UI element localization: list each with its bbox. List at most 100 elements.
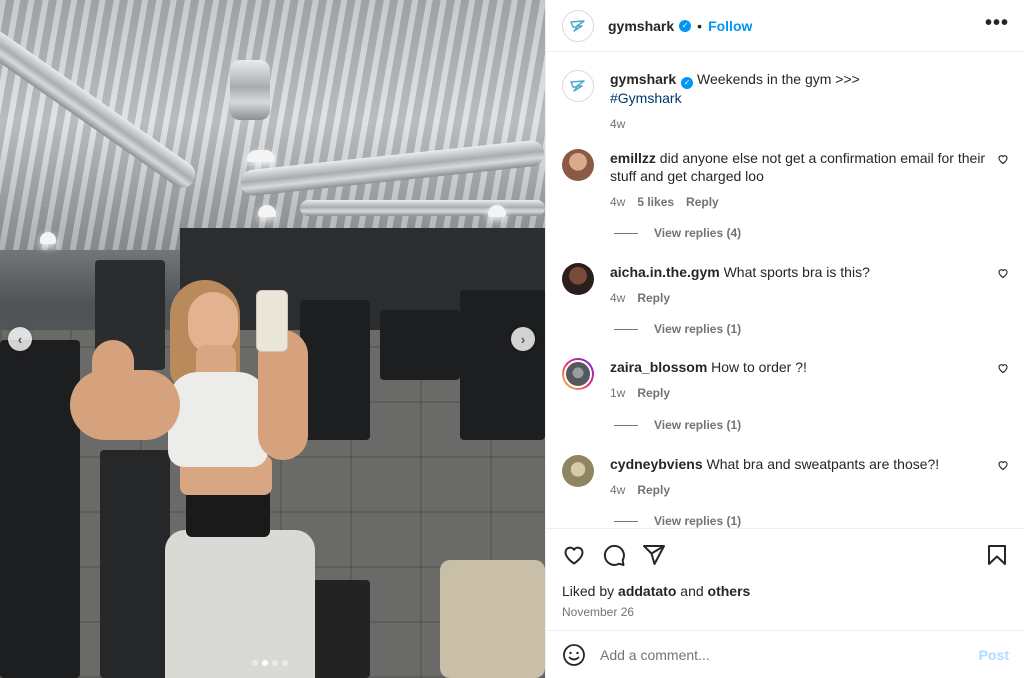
comment-row: zaira_blossom How to order ?! 1w Reply — [562, 358, 1009, 402]
divider — [614, 424, 638, 426]
next-photo-button[interactable]: › — [511, 327, 535, 351]
chevron-left-icon: ‹ — [17, 331, 23, 347]
emoji-icon[interactable] — [562, 643, 586, 667]
gym-machine — [310, 580, 370, 678]
verified-badge-icon: ✓ — [681, 77, 694, 89]
add-comment-bar: Post — [546, 630, 1024, 678]
post-header: gymshark ✓ • Follow ••• — [546, 0, 1024, 52]
avatar[interactable] — [562, 70, 594, 102]
sports-bra — [168, 372, 268, 467]
action-bar: Liked by addatato and others November 26 — [546, 528, 1024, 619]
sweatpants — [165, 530, 315, 678]
gym-machine — [380, 310, 460, 380]
gym-machine — [0, 340, 80, 678]
comment-text: did anyone else not get a confirmation e… — [610, 150, 986, 184]
carousel-dot — [272, 660, 278, 666]
caption: gymshark ✓ Weekends in the gym >>> #Gymsh… — [562, 70, 1009, 133]
carousel-dot — [282, 660, 288, 666]
liked-by-and: and — [680, 583, 704, 599]
view-replies-label: View replies (1) — [654, 514, 742, 528]
comment-username[interactable]: cydneybviens — [610, 456, 703, 472]
reply-button[interactable]: Reply — [637, 384, 670, 402]
ceiling-lamp — [247, 150, 275, 162]
carousel-dot-active — [262, 660, 268, 666]
comment-username[interactable]: emillzz — [610, 150, 656, 166]
carousel-dots — [252, 660, 288, 666]
header-username[interactable]: gymshark — [608, 18, 674, 34]
ceiling-lamp — [258, 205, 276, 217]
caption-text: Weekends in the gym >>> — [697, 71, 860, 87]
more-options-icon[interactable]: ••• — [985, 13, 1009, 33]
view-replies-button[interactable]: View replies (1) — [614, 322, 741, 336]
comment-input[interactable] — [600, 646, 979, 663]
flexed-arm — [92, 340, 134, 400]
follow-button[interactable]: Follow — [708, 18, 752, 34]
previous-photo-button[interactable]: ‹ — [8, 327, 32, 351]
caption-time: 4w — [610, 117, 626, 131]
gym-machine — [100, 450, 170, 678]
avatar[interactable] — [562, 9, 594, 42]
like-comment-heart-icon[interactable] — [997, 362, 1009, 374]
verified-badge-icon: ✓ — [679, 19, 692, 32]
post-side-panel: gymshark ✓ • Follow ••• gymshark ✓ Weeken… — [545, 0, 1024, 678]
caption-username[interactable]: gymshark — [610, 71, 676, 87]
divider — [614, 232, 638, 234]
comment-text: What bra and sweatpants are those?! — [706, 456, 940, 472]
ceiling-duct — [230, 60, 270, 120]
reply-button[interactable]: Reply — [686, 193, 719, 211]
divider — [614, 520, 638, 522]
comment-text: How to order ?! — [711, 359, 807, 375]
reply-button[interactable]: Reply — [637, 481, 670, 499]
comment-time: 4w — [610, 291, 626, 305]
view-replies-button[interactable]: View replies (1) — [614, 514, 741, 528]
share-send-icon[interactable] — [642, 543, 666, 567]
comment-bubble-icon[interactable] — [602, 543, 626, 567]
like-comment-heart-icon[interactable] — [997, 267, 1009, 279]
liked-by-prefix: Liked by — [562, 583, 615, 599]
carousel-dot — [252, 660, 258, 666]
ceiling-lamp — [40, 232, 56, 244]
view-replies-label: View replies (1) — [654, 418, 742, 432]
divider — [614, 328, 638, 330]
avatar[interactable] — [562, 263, 594, 295]
comment-row: cydneybviens What bra and sweatpants are… — [562, 455, 1009, 499]
post-comment-button[interactable]: Post — [979, 647, 1009, 663]
save-bookmark-icon[interactable] — [985, 543, 1009, 567]
comment-time: 1w — [610, 386, 626, 400]
reply-button[interactable]: Reply — [637, 289, 670, 307]
like-heart-icon[interactable] — [562, 543, 586, 567]
comment-username[interactable]: aicha.in.the.gym — [610, 264, 720, 280]
comment-likes[interactable]: 5 likes — [637, 193, 674, 211]
liked-by-user[interactable]: addatato — [618, 583, 676, 599]
chevron-right-icon: › — [520, 331, 526, 347]
view-replies-label: View replies (4) — [654, 226, 742, 240]
ceiling-lamp — [488, 205, 506, 217]
view-replies-button[interactable]: View replies (1) — [614, 418, 741, 432]
liked-by-others[interactable]: others — [708, 583, 751, 599]
comment-time: 4w — [610, 483, 626, 497]
liked-by-text: Liked by addatato and others — [562, 583, 1009, 599]
phone — [256, 290, 288, 352]
view-replies-label: View replies (1) — [654, 322, 742, 336]
post-photo[interactable]: ‹ › — [0, 0, 545, 678]
gym-machine — [460, 290, 545, 440]
comments-list[interactable]: gymshark ✓ Weekends in the gym >>> #Gymsh… — [546, 53, 1024, 528]
comment-username[interactable]: zaira_blossom — [610, 359, 707, 375]
gymshark-logo-icon — [570, 19, 585, 32]
comment-time: 4w — [610, 195, 626, 209]
like-comment-heart-icon[interactable] — [997, 153, 1009, 165]
avatar[interactable] — [562, 455, 594, 487]
gymshark-logo-icon — [570, 80, 585, 92]
gym-machine — [440, 560, 545, 678]
avatar[interactable] — [562, 358, 594, 390]
avatar[interactable] — [562, 149, 594, 181]
gym-machine — [300, 300, 370, 440]
view-replies-button[interactable]: View replies (4) — [614, 226, 741, 240]
comment-row: aicha.in.the.gym What sports bra is this… — [562, 263, 1009, 307]
comment-row: emillzz did anyone else not get a confir… — [562, 149, 1009, 211]
comment-text: What sports bra is this? — [723, 264, 870, 280]
header-separator: • — [697, 17, 703, 34]
like-comment-heart-icon[interactable] — [997, 459, 1009, 471]
hashtag-link[interactable]: #Gymshark — [610, 90, 682, 106]
post-date: November 26 — [562, 605, 635, 619]
